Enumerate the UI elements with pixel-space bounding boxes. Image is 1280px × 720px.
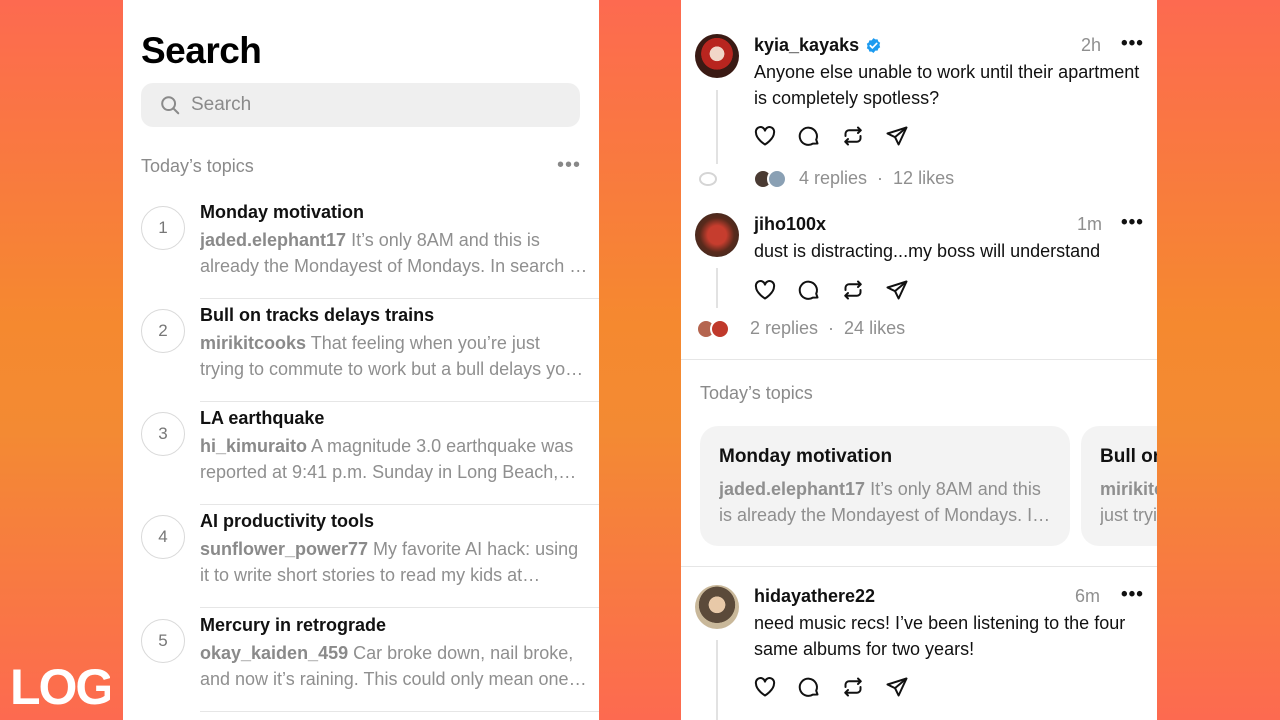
- post-more-button[interactable]: •••: [1121, 584, 1144, 606]
- topic-card-preview: mirikitcooks That feeling when you’re ju…: [1100, 476, 1157, 528]
- page-title: Search: [141, 30, 262, 71]
- topic-rank: 3: [141, 412, 185, 456]
- comment-icon[interactable]: [797, 675, 821, 699]
- divider: [200, 607, 599, 608]
- repost-icon[interactable]: [841, 124, 865, 148]
- username-text: jiho100x: [754, 214, 827, 234]
- topic-username: jaded.elephant17: [719, 479, 866, 499]
- topic-item[interactable]: 5 Mercury in retrograde okay_kaiden_459 …: [123, 609, 599, 712]
- heart-icon[interactable]: [753, 278, 777, 302]
- feed-screen: kyia_kayaks 2h ••• Anyone else unable to…: [681, 0, 1157, 720]
- post-text: need music recs! I’ve been listening to …: [754, 613, 1126, 659]
- reply-count[interactable]: 4 replies: [799, 168, 867, 189]
- username-text: hidayathere22: [754, 586, 876, 606]
- log-logo: LOG: [10, 660, 110, 712]
- topic-item[interactable]: 4 AI productivity tools sunflower_power7…: [123, 505, 599, 608]
- post-text: Anyone else unable to work until their a…: [754, 62, 1140, 108]
- topic-preview: mirikitcooks That feeling when you’re ju…: [200, 330, 588, 382]
- topic-card-title: Bull on tracks delays trains: [1100, 446, 1157, 467]
- topic-title: Mercury in retrograde: [200, 615, 387, 635]
- search-input[interactable]: [191, 94, 551, 116]
- heart-icon[interactable]: [753, 675, 777, 699]
- verified-icon: [866, 38, 881, 53]
- topic-username: jaded.elephant17: [200, 230, 347, 250]
- post-more-button[interactable]: •••: [1121, 33, 1144, 55]
- meta-separator: ·: [828, 318, 835, 338]
- topic-preview: sunflower_power77 My favorite AI hack: u…: [200, 536, 588, 588]
- avatar[interactable]: [695, 585, 739, 629]
- section-title: Today’s topics: [700, 383, 813, 403]
- more-options-button[interactable]: •••: [557, 154, 581, 177]
- avatar[interactable]: [695, 34, 739, 78]
- thread-line: [716, 640, 718, 720]
- topic-title: AI productivity tools: [200, 511, 375, 531]
- post-actions: [753, 278, 909, 302]
- post-actions: [753, 675, 909, 699]
- comment-icon[interactable]: [797, 278, 821, 302]
- topic-username: okay_kaiden_459: [200, 643, 349, 663]
- repost-icon[interactable]: [841, 278, 865, 302]
- avatar[interactable]: [695, 213, 739, 257]
- divider: [681, 359, 1157, 360]
- topic-item[interactable]: 2 Bull on tracks delays trains mirikitco…: [123, 299, 599, 402]
- topic-preview: jaded.elephant17 It’s only 8AM and this …: [200, 227, 588, 279]
- like-count[interactable]: 12 likes: [893, 168, 954, 189]
- reply-count[interactable]: 2 replies: [750, 318, 818, 339]
- logo-text: LOG: [10, 660, 110, 712]
- post-more-button[interactable]: •••: [1121, 212, 1144, 234]
- divider: [200, 711, 599, 712]
- thread-loop-icon: [699, 172, 717, 186]
- reply-avatar: [767, 168, 787, 189]
- share-icon[interactable]: [885, 124, 909, 148]
- search-screen: Search Today’s topics ••• 1 Monday motiv…: [123, 0, 599, 720]
- topic-title: Bull on tracks delays trains: [200, 305, 435, 325]
- post-meta: 4 replies · 12 likes: [753, 168, 954, 189]
- post-actions: [753, 124, 909, 148]
- comment-icon[interactable]: [797, 124, 821, 148]
- topic-username: mirikitcooks: [1100, 479, 1157, 499]
- post-meta: 2 replies · 24 likes: [696, 318, 905, 339]
- divider: [681, 566, 1157, 567]
- topic-rank: 4: [141, 515, 185, 559]
- topic-username: mirikitcooks: [200, 333, 307, 353]
- topic-card-title: Monday motivation: [719, 446, 893, 467]
- topic-rank: 1: [141, 206, 185, 250]
- topic-username: hi_kimuraito: [200, 436, 308, 456]
- post-username[interactable]: kyia_kayaks: [754, 35, 882, 56]
- post-username[interactable]: hidayathere22: [754, 586, 875, 607]
- topic-card-preview: jaded.elephant17 It’s only 8AM and this …: [719, 476, 1054, 528]
- post-text: dust is distracting...my boss will under…: [754, 241, 1101, 261]
- post-time: 6m: [1075, 586, 1101, 606]
- topic-card[interactable]: Monday motivation jaded.elephant17 It’s …: [700, 426, 1070, 546]
- topic-rank: 2: [141, 309, 185, 353]
- topic-item[interactable]: 3 LA earthquake hi_kimuraito A magnitude…: [123, 402, 599, 505]
- topic-username: sunflower_power77: [200, 539, 369, 559]
- meta-separator: ·: [877, 168, 884, 188]
- search-bar[interactable]: [141, 83, 580, 127]
- topic-item[interactable]: 1 Monday motivation jaded.elephant17 It’…: [123, 196, 599, 299]
- share-icon[interactable]: [885, 675, 909, 699]
- like-count[interactable]: 24 likes: [844, 318, 905, 339]
- repost-icon[interactable]: [841, 675, 865, 699]
- post-time: 2h: [1081, 35, 1102, 55]
- thread-line: [716, 268, 718, 308]
- username-text: kyia_kayaks: [754, 35, 860, 55]
- heart-icon[interactable]: [753, 124, 777, 148]
- thread-line: [716, 90, 718, 164]
- post-time: 1m: [1077, 214, 1103, 234]
- topic-preview: okay_kaiden_459 Car broke down, nail bro…: [200, 640, 588, 692]
- reply-avatar: [710, 318, 730, 339]
- topic-rank: 5: [141, 619, 185, 663]
- topic-card[interactable]: Bull on tracks delays trains mirikitcook…: [1081, 426, 1157, 546]
- share-icon[interactable]: [885, 278, 909, 302]
- post-username[interactable]: jiho100x: [754, 214, 826, 235]
- search-icon: [161, 96, 180, 115]
- topic-title: LA earthquake: [200, 408, 325, 428]
- topic-preview: hi_kimuraito A magnitude 3.0 earthquake …: [200, 433, 588, 485]
- topic-title: Monday motivation: [200, 202, 365, 222]
- section-title: Today’s topics: [141, 156, 254, 176]
